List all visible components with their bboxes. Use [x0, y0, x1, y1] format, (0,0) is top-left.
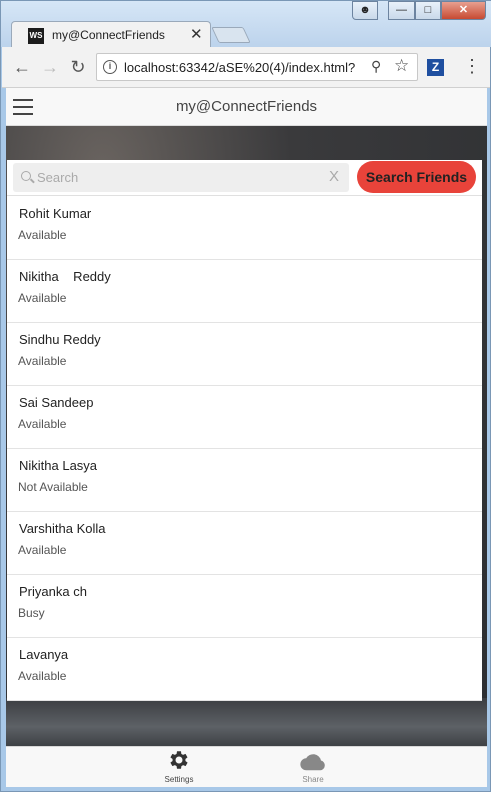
app-header: my@ConnectFriends [6, 88, 487, 126]
url-text[interactable]: localhost:63342/aSE%20(4)/index.html? [124, 60, 364, 75]
page-title: my@ConnectFriends [175, 98, 318, 115]
zoom-icon[interactable]: ⚲ [371, 58, 381, 75]
search-friends-button[interactable]: Search Friends [357, 161, 476, 193]
friend-name: Sai Sandeep [19, 395, 94, 410]
title-bar: WS my@ConnectFriends ✕ ☻ — □ ✕ [1, 1, 491, 48]
friend-status: Available [18, 354, 67, 368]
webstorm-icon: WS [28, 28, 44, 44]
friend-name: Rohit Kumar [19, 206, 92, 221]
bookmark-star-icon[interactable]: ☆ [394, 56, 409, 76]
maximize-button[interactable]: □ [415, 1, 441, 20]
search-bar: X Search Friends [7, 160, 482, 196]
friend-status: Available [18, 291, 67, 305]
search-icon [21, 171, 31, 181]
gear-icon [170, 751, 188, 769]
extension-z-icon[interactable]: Z [427, 59, 444, 76]
new-tab-button[interactable] [211, 27, 251, 43]
friend-name: Sindhu Reddy [19, 332, 101, 347]
friend-name: Nikitha Lasya [19, 458, 98, 473]
bottom-tab-bar: Settings Share [6, 746, 487, 787]
friend-name: Lavanya [19, 647, 69, 662]
tab-share[interactable]: Share [278, 748, 348, 784]
friend-status: Busy [18, 606, 45, 620]
list-item[interactable]: Priyanka ch Busy [7, 575, 482, 638]
browser-menu-icon[interactable]: ⋮ [463, 56, 481, 76]
search-input[interactable] [37, 168, 317, 187]
friend-status: Available [18, 669, 67, 683]
page-viewport: my@ConnectFriends X Search Friends Rohit… [6, 88, 487, 787]
friend-status: Available [18, 228, 67, 242]
list-item[interactable]: Nikitha Reddy Available [7, 260, 482, 323]
minimize-button[interactable]: — [388, 1, 415, 20]
user-icon[interactable]: ☻ [352, 1, 378, 20]
tab-label: Settings [164, 775, 194, 784]
back-arrow-icon[interactable]: ← [10, 55, 34, 79]
cloud-icon [300, 754, 325, 771]
tab-label: Share [302, 775, 324, 784]
reload-icon[interactable]: ↻ [66, 55, 90, 79]
friend-status: Not Available [18, 480, 88, 494]
list-item[interactable]: Nikitha Lasya Not Available [7, 449, 482, 512]
browser-tab[interactable]: WS my@ConnectFriends ✕ [11, 21, 211, 48]
browser-toolbar: ← → ↻ i localhost:63342/aSE%20(4)/index.… [2, 47, 490, 88]
list-item[interactable]: Sai Sandeep Available [7, 386, 482, 449]
list-item[interactable]: Rohit Kumar Available [7, 197, 482, 260]
browser-window: WS my@ConnectFriends ✕ ☻ — □ ✕ ← → ↻ i l… [0, 0, 491, 792]
friend-status: Available [18, 543, 67, 557]
friend-name: Varshitha Kolla [19, 521, 106, 536]
tab-close-icon[interactable]: ✕ [190, 25, 203, 43]
info-icon[interactable]: i [103, 60, 117, 74]
forward-arrow-icon[interactable]: → [38, 55, 62, 79]
tab-settings[interactable]: Settings [144, 748, 214, 784]
tab-title: my@ConnectFriends [52, 28, 165, 42]
friend-name: Nikitha Reddy [19, 269, 111, 284]
address-bar[interactable]: i localhost:63342/aSE%20(4)/index.html? … [96, 53, 418, 81]
friend-status: Available [18, 417, 67, 431]
clear-search-icon[interactable]: X [329, 168, 339, 185]
list-item[interactable]: Varshitha Kolla Available [7, 512, 482, 575]
background-image-strip [6, 698, 487, 746]
close-window-button[interactable]: ✕ [441, 1, 486, 20]
search-field[interactable]: X [13, 163, 349, 192]
friend-list: Rohit Kumar Available Nikitha Reddy Avai… [7, 197, 482, 701]
list-item[interactable]: Sindhu Reddy Available [7, 323, 482, 386]
friend-name: Priyanka ch [19, 584, 87, 599]
list-item[interactable]: Lavanya Available [7, 638, 482, 701]
friends-card: X Search Friends Rohit Kumar Available N… [7, 160, 482, 701]
